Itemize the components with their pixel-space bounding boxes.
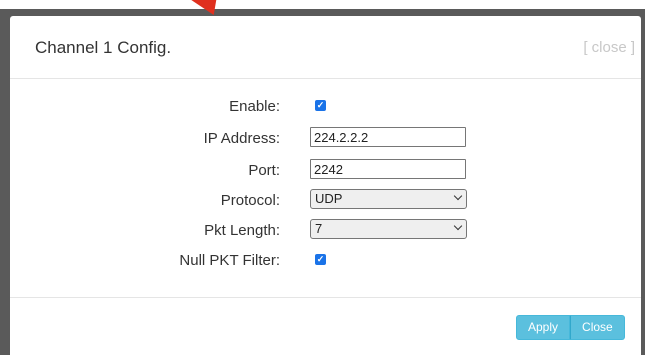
- modal-header: Channel 1 Config. [ close ]: [10, 16, 641, 79]
- footer-button-group: Apply Close: [516, 315, 625, 340]
- port-input[interactable]: [310, 159, 466, 179]
- protocol-label: Protocol:: [220, 192, 280, 209]
- form-row-null-pkt-filter: Null PKT Filter: ✓: [10, 249, 641, 273]
- close-link[interactable]: [ close ]: [583, 39, 635, 56]
- enable-label: Enable:: [229, 98, 280, 115]
- protocol-selected-value: UDP: [315, 191, 343, 206]
- close-button[interactable]: Close: [570, 315, 625, 340]
- channel-config-modal: Channel 1 Config. [ close ] Enable: ✓ IP…: [10, 16, 641, 355]
- pkt-length-selected-value: 7: [315, 221, 323, 236]
- modal-title: Channel 1 Config.: [35, 38, 172, 57]
- apply-button[interactable]: Apply: [516, 315, 571, 340]
- form-row-pkt-length: Pkt Length: 7: [10, 219, 641, 243]
- pkt-length-label: Pkt Length:: [204, 222, 280, 239]
- form-row-port: Port:: [10, 159, 641, 183]
- enable-checkbox[interactable]: ✓: [315, 100, 326, 111]
- null-pkt-filter-label: Null PKT Filter:: [179, 252, 280, 269]
- port-label: Port:: [248, 162, 280, 179]
- chevron-down-icon: [453, 221, 463, 231]
- null-pkt-filter-checkbox[interactable]: ✓: [315, 254, 326, 265]
- protocol-select[interactable]: UDP: [310, 189, 467, 209]
- form-row-protocol: Protocol: UDP: [10, 189, 641, 213]
- page-top-strip: [0, 0, 645, 9]
- ip-address-label: IP Address:: [203, 130, 280, 147]
- form-row-enable: Enable: ✓: [10, 95, 641, 119]
- chevron-down-icon: [453, 191, 463, 201]
- form-row-ip-address: IP Address:: [10, 127, 641, 151]
- ip-address-input[interactable]: [310, 127, 466, 147]
- pkt-length-select[interactable]: 7: [310, 219, 467, 239]
- pointer-arrow-icon: [191, 0, 222, 15]
